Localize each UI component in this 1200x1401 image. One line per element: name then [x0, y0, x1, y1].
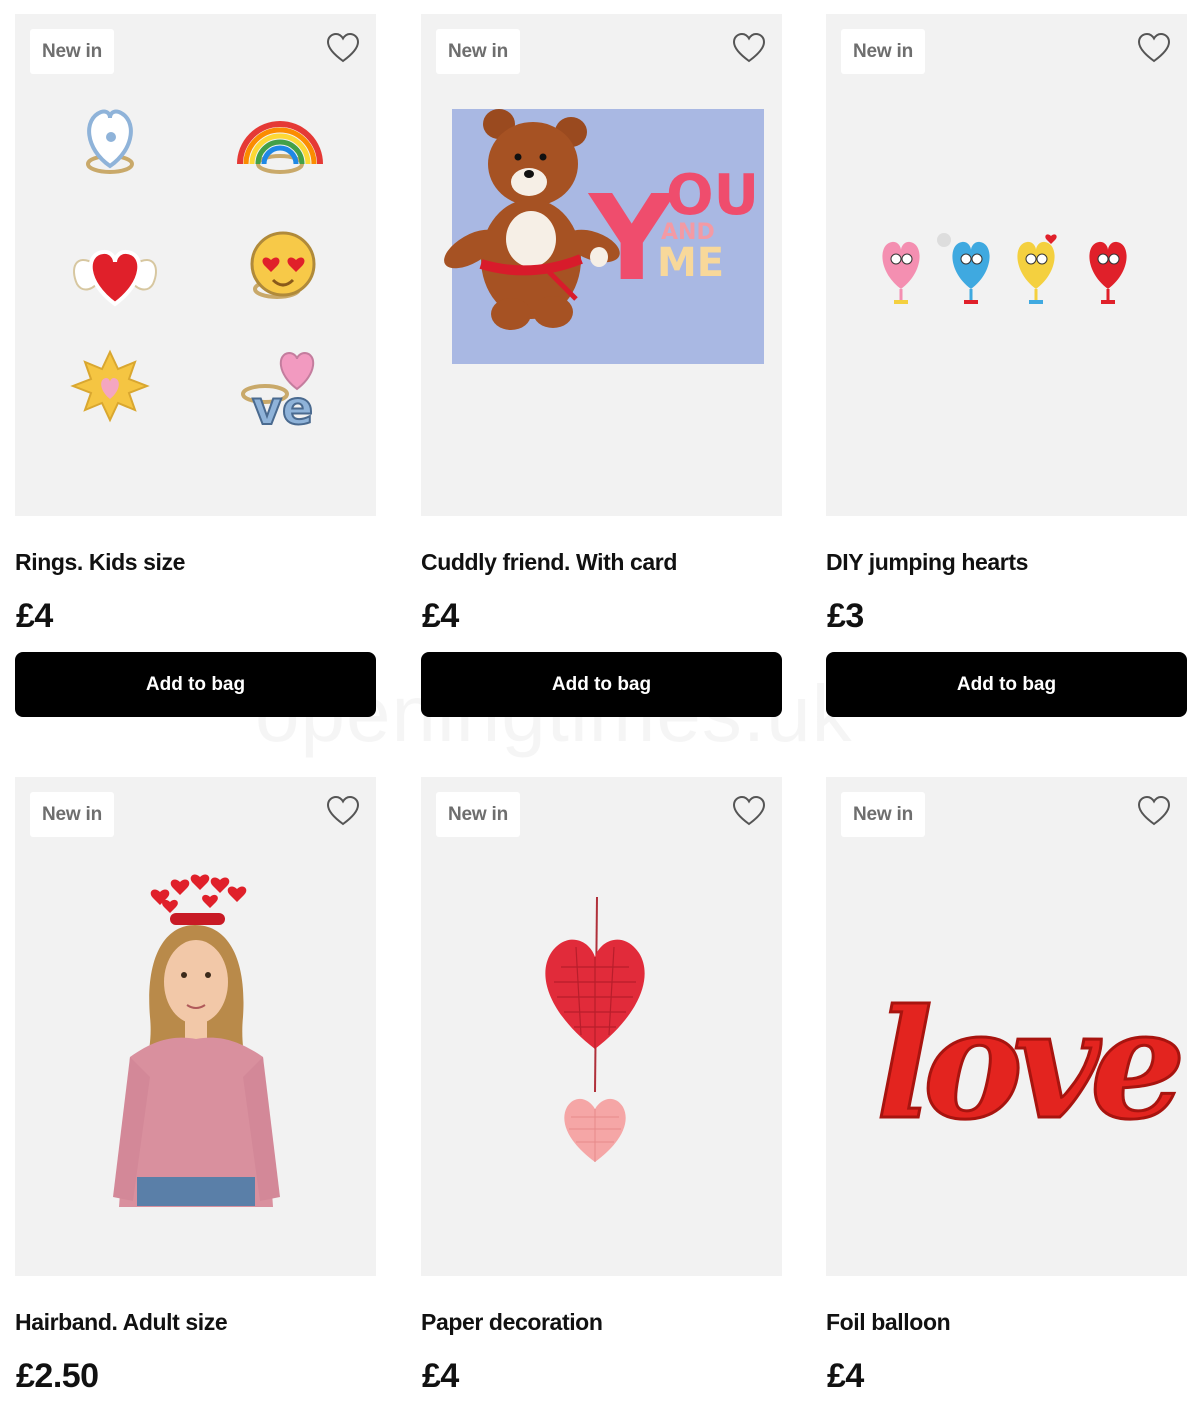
product-image-rings: ve: [70, 109, 323, 436]
new-in-badge: New in: [30, 29, 115, 74]
wishlist-heart-icon[interactable]: [732, 795, 766, 827]
card-text-me: ME: [657, 240, 724, 286]
product-image-jumping-hearts: [882, 233, 1127, 304]
product-card[interactable]: ve New in Rings. Kids size £4 Add to bag: [15, 14, 376, 717]
wishlist-heart-icon[interactable]: [326, 795, 360, 827]
add-to-bag-button[interactable]: Add to bag: [15, 652, 376, 717]
wishlist-heart-icon[interactable]: [732, 32, 766, 64]
card-text-you: OU: [666, 163, 759, 228]
new-in-badge: New in: [30, 792, 115, 837]
product-card[interactable]: New in DIY jumping hearts £3 Add to bag: [826, 14, 1187, 717]
product-card[interactable]: Y OU AND ME New in Cuddly friend. With c…: [421, 14, 782, 717]
balloon-text-love: love: [876, 977, 1179, 1153]
product-title[interactable]: Hairband. Adult size: [15, 1309, 228, 1336]
product-image-teddy-card: Y OU AND ME: [444, 109, 764, 364]
product-image-area[interactable]: love New in: [826, 777, 1187, 1276]
new-in-badge: New in: [841, 792, 926, 837]
svg-text:ve: ve: [252, 381, 313, 435]
new-in-badge: New in: [436, 792, 521, 837]
product-title[interactable]: Rings. Kids size: [15, 549, 185, 576]
product-price: £4: [16, 597, 53, 635]
product-card[interactable]: New in Hairband. Adult size £2.50: [15, 777, 376, 1395]
product-title[interactable]: Cuddly friend. With card: [421, 549, 677, 576]
product-price: £4: [422, 1357, 459, 1395]
product-image-honeycomb-hearts: [545, 896, 645, 1162]
product-card[interactable]: New in Paper decoration £4: [421, 777, 782, 1395]
product-image-area[interactable]: New in: [421, 777, 782, 1276]
product-title[interactable]: DIY jumping hearts: [826, 549, 1028, 576]
product-image-hairband-model: [113, 874, 280, 1207]
product-price: £2.50: [16, 1357, 99, 1395]
new-in-badge: New in: [436, 29, 521, 74]
product-grid: openingtimes.uk: [0, 0, 1200, 1401]
add-to-bag-button[interactable]: Add to bag: [826, 652, 1187, 717]
product-image-area[interactable]: Y OU AND ME New in: [421, 14, 782, 516]
product-price: £4: [827, 1357, 864, 1395]
product-title[interactable]: Foil balloon: [826, 1309, 951, 1336]
product-price: £4: [422, 597, 459, 635]
add-to-bag-button[interactable]: Add to bag: [421, 652, 782, 717]
product-card[interactable]: love New in Foil balloon £4: [826, 777, 1187, 1395]
product-title[interactable]: Paper decoration: [421, 1309, 603, 1336]
new-in-badge: New in: [841, 29, 926, 74]
wishlist-heart-icon[interactable]: [1137, 795, 1171, 827]
product-image-area[interactable]: New in: [15, 777, 376, 1276]
product-image-area[interactable]: New in: [826, 14, 1187, 516]
wishlist-heart-icon[interactable]: [326, 32, 360, 64]
product-image-love-balloon: love: [875, 976, 1188, 1155]
product-price: £3: [827, 597, 864, 635]
wishlist-heart-icon[interactable]: [1137, 32, 1171, 64]
product-image-area[interactable]: ve New in: [15, 14, 376, 516]
